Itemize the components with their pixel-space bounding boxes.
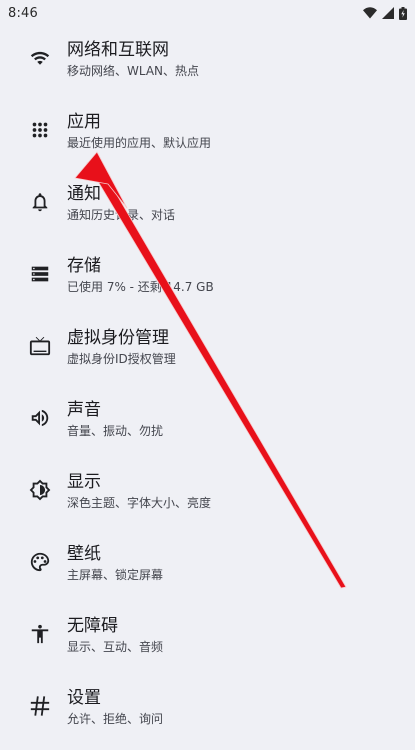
item-title: 无障碍 (67, 616, 118, 636)
settings-item-network[interactable]: 网络和互联网 移动网络、WLAN、热点 (0, 30, 415, 102)
storage-icon (28, 262, 52, 286)
item-title: 应用 (67, 112, 101, 132)
item-title: 虚拟身份管理 (67, 328, 169, 348)
settings-list: 网络和互联网 移动网络、WLAN、热点 应用 最近使用的应用、默认应用 通知 通… (0, 30, 415, 750)
apps-icon (28, 118, 52, 142)
wifi-signal-icon (363, 7, 377, 19)
settings-item-virtual-identity[interactable]: 虚拟身份管理 虚拟身份ID授权管理 (0, 318, 415, 390)
settings-item-sound[interactable]: 声音 音量、振动、勿扰 (0, 390, 415, 462)
item-subtitle: 显示、互动、音频 (67, 640, 164, 654)
status-time: 8:46 (8, 5, 38, 21)
item-title: 存储 (67, 256, 101, 276)
item-subtitle: 主屏幕、锁定屏幕 (67, 568, 164, 582)
cellular-signal-icon (382, 7, 394, 19)
item-subtitle: 允许、拒绝、询问 (67, 712, 164, 726)
item-title: 网络和互联网 (67, 40, 169, 60)
settings-item-notifications[interactable]: 通知 通知历史记录、对话 (0, 174, 415, 246)
item-subtitle: 通知历史记录、对话 (67, 208, 176, 222)
battery-icon (399, 6, 407, 20)
settings-item-apps[interactable]: 应用 最近使用的应用、默认应用 (0, 102, 415, 174)
item-subtitle: 虚拟身份ID授权管理 (67, 352, 176, 366)
brightness-icon (28, 478, 52, 502)
settings-item-accessibility[interactable]: 无障碍 显示、互动、音频 (0, 606, 415, 678)
item-subtitle: 深色主题、字体大小、亮度 (67, 496, 212, 510)
item-title: 设置 (67, 688, 101, 708)
item-title: 壁纸 (67, 544, 101, 564)
wifi-icon (28, 46, 52, 70)
palette-icon (28, 550, 52, 574)
bell-icon (28, 190, 52, 214)
item-subtitle: 已使用 7% - 还剩 14.7 GB (67, 280, 214, 294)
item-subtitle: 音量、振动、勿扰 (67, 424, 164, 438)
speaker-icon (28, 406, 52, 430)
item-title: 通知 (67, 184, 101, 204)
settings-item-storage[interactable]: 存储 已使用 7% - 还剩 14.7 GB (0, 246, 415, 318)
item-subtitle: 最近使用的应用、默认应用 (67, 136, 212, 150)
settings-item-display[interactable]: 显示 深色主题、字体大小、亮度 (0, 462, 415, 534)
item-subtitle: 移动网络、WLAN、热点 (67, 64, 200, 78)
item-title: 显示 (67, 472, 101, 492)
item-title: 声音 (67, 400, 101, 420)
hash-icon (28, 694, 52, 718)
status-icons (363, 6, 407, 20)
settings-item-wallpaper[interactable]: 壁纸 主屏幕、锁定屏幕 (0, 534, 415, 606)
accessibility-icon (28, 622, 52, 646)
status-bar: 8:46 (0, 0, 415, 26)
tv-icon (28, 334, 52, 358)
settings-item-permissions[interactable]: 设置 允许、拒绝、询问 (0, 678, 415, 750)
